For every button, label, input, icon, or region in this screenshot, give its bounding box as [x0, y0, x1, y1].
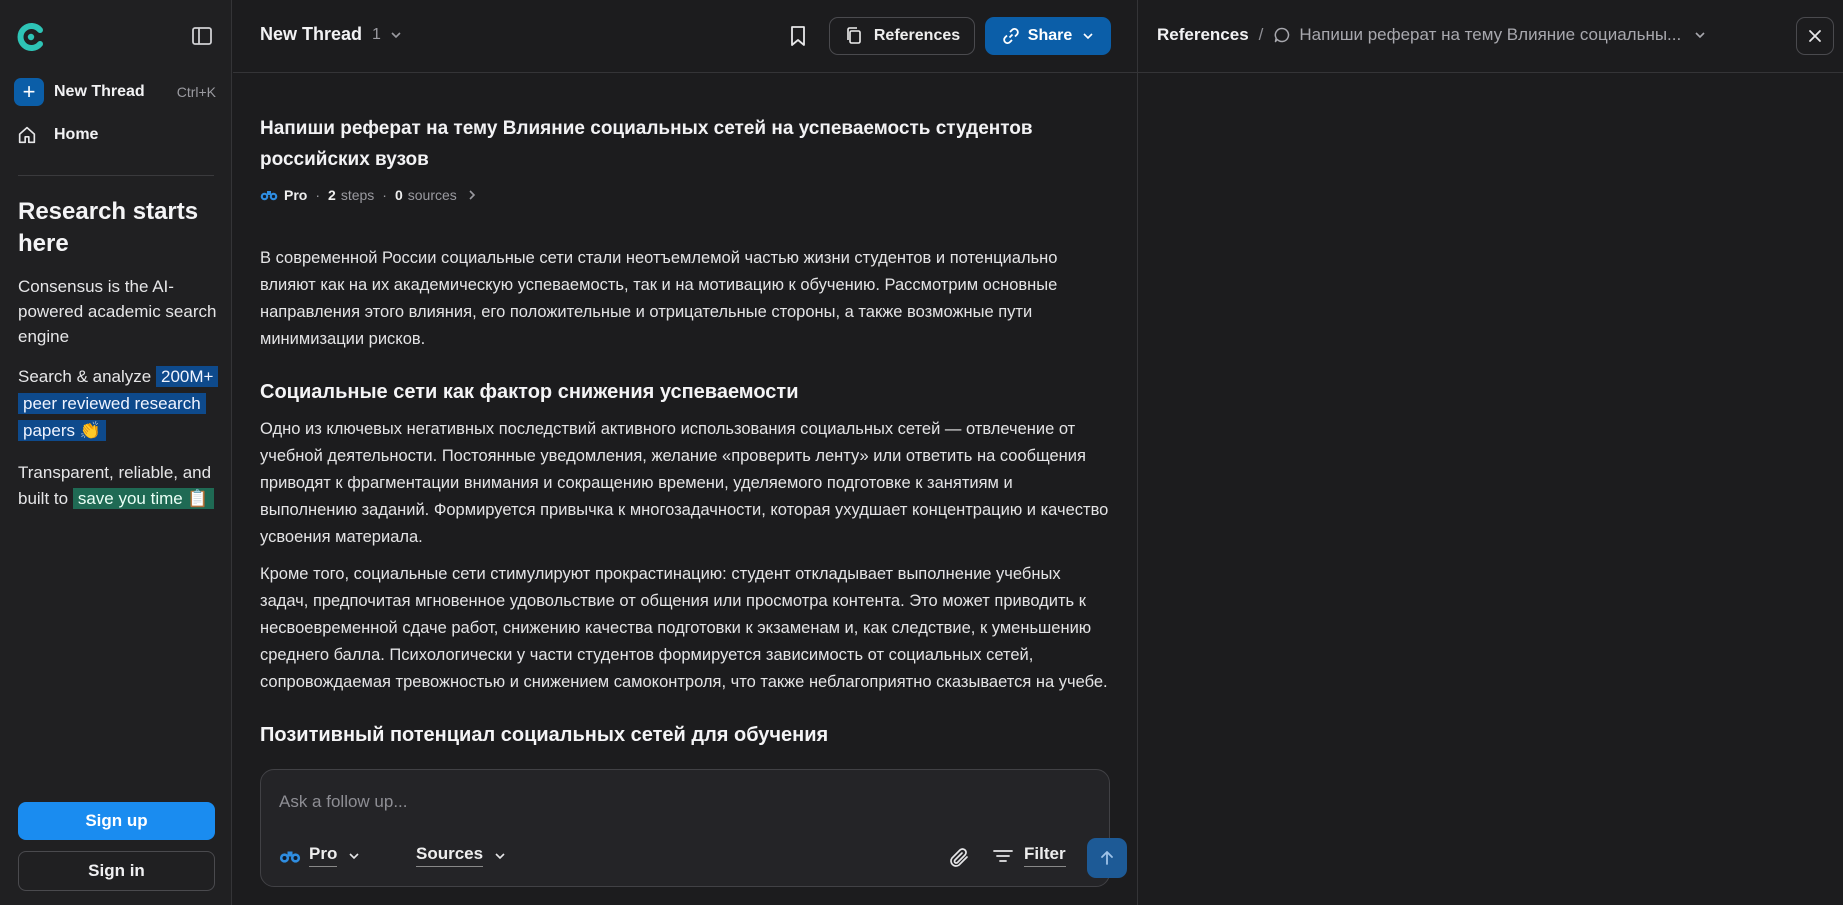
new-thread-button[interactable]: + New Thread Ctrl+K	[14, 78, 216, 106]
sidebar-divider	[18, 175, 214, 176]
thread-main: New Thread 1 References Share Напиши реф…	[233, 0, 1137, 905]
meta-steps-count: 2	[328, 187, 336, 203]
share-button[interactable]: Share	[985, 17, 1111, 55]
thread-title: New Thread	[260, 24, 363, 44]
share-button-label: Share	[1027, 27, 1073, 44]
sign-up-button[interactable]: Sign up	[18, 802, 215, 840]
references-thread-query[interactable]: Напиши реферат на тему Влияние социальны…	[1299, 25, 1681, 45]
promo-section: Research starts here Consensus is the AI…	[18, 196, 219, 512]
link-icon	[1003, 28, 1019, 44]
thread-question: Напиши реферат на тему Влияние социальны…	[260, 118, 1033, 170]
copy-icon	[847, 27, 861, 44]
references-panel: References / Напиши реферат на тему Влия…	[1137, 0, 1843, 905]
close-panel-button[interactable]	[1796, 17, 1834, 55]
thread-content: Напиши реферат на тему Влияние социальны…	[260, 113, 1110, 765]
binoculars-icon	[260, 191, 278, 201]
breadcrumb-separator: /	[1258, 25, 1264, 44]
filter-icon	[993, 849, 1013, 862]
chevron-down-icon	[1083, 33, 1093, 40]
breadcrumb: References / Напиши реферат на тему Влия…	[1157, 25, 1707, 45]
arrow-up-icon	[1101, 851, 1113, 865]
promo-line-1: Consensus is the AI-powered academic sea…	[18, 277, 217, 346]
sources-dropdown[interactable]: Sources	[416, 844, 507, 867]
paperclip-icon[interactable]	[947, 846, 971, 870]
bookmark-icon[interactable]	[787, 24, 809, 48]
references-panel-header: References / Напиши реферат на тему Влия…	[1138, 0, 1843, 73]
meta-mode: Pro	[284, 187, 308, 203]
references-panel-title: References	[1157, 25, 1249, 44]
chevron-down-icon	[495, 852, 505, 859]
thread-header: New Thread 1 References Share	[233, 0, 1137, 73]
section-heading-2: Позитивный потенциал социальных сетей дл…	[260, 724, 829, 746]
thread-title-dropdown[interactable]: New Thread 1	[260, 24, 403, 45]
section-heading-1: Социальные сети как фактор снижения успе…	[260, 381, 799, 403]
meta-steps-label: steps	[340, 187, 375, 203]
follow-up-input[interactable]	[279, 788, 1079, 816]
thread-count: 1	[372, 25, 381, 43]
references-button[interactable]: References	[829, 17, 975, 55]
chevron-down-icon	[349, 852, 359, 859]
filter-button[interactable]: Filter	[992, 844, 1066, 867]
pro-mode-label: Pro	[309, 844, 338, 867]
section-1-paragraph-1: Одно из ключевых негативных последствий …	[260, 420, 1109, 546]
section-1-paragraph-2: Кроме того, социальные сети стимулируют …	[260, 565, 1108, 691]
meta-separator: ·	[382, 187, 387, 203]
chevron-right-icon	[469, 190, 475, 200]
answer-meta[interactable]: Pro · 2 steps · 0 sources	[260, 187, 1110, 203]
home-label: Home	[54, 126, 99, 143]
pro-mode-dropdown[interactable]: Pro	[279, 844, 361, 867]
sign-in-button[interactable]: Sign in	[18, 851, 215, 891]
references-button-label: References	[873, 27, 961, 44]
close-icon	[1809, 30, 1821, 42]
sources-label: Sources	[416, 844, 484, 867]
meta-sources-count: 0	[394, 187, 403, 203]
consensus-logo-icon[interactable]	[16, 22, 46, 52]
promo-title: Research starts here	[18, 198, 199, 257]
new-thread-shortcut: Ctrl+K	[176, 84, 216, 100]
home-icon	[18, 126, 36, 144]
follow-up-composer: Pro Sources Filter	[260, 769, 1127, 887]
sidebar-toggle-icon[interactable]	[190, 24, 214, 48]
new-thread-label: New Thread	[54, 83, 145, 100]
chevron-down-icon[interactable]	[1693, 28, 1707, 42]
chevron-down-icon	[391, 31, 401, 38]
meta-sources-label: sources	[407, 187, 457, 203]
promo-line-2: Search & analyze 200M+ peer reviewed res…	[18, 363, 219, 444]
chat-bubble-icon	[1275, 27, 1290, 43]
plus-icon: +	[14, 78, 44, 106]
send-button[interactable]	[1087, 838, 1127, 878]
sidebar-item-home[interactable]: Home	[16, 124, 98, 146]
promo-line-3: Transparent, reliable, and built to save…	[18, 460, 218, 512]
promo-line-2-text: Search & analyze	[18, 367, 152, 386]
binoculars-icon	[279, 851, 301, 863]
answer-intro: В современной России социальные сети ста…	[260, 249, 1058, 348]
promo-highlight-time: save you time 📋	[72, 488, 214, 509]
filter-label: Filter	[1024, 844, 1066, 867]
meta-separator: ·	[315, 187, 321, 203]
sidebar: + New Thread Ctrl+K Home Research starts…	[0, 0, 232, 905]
